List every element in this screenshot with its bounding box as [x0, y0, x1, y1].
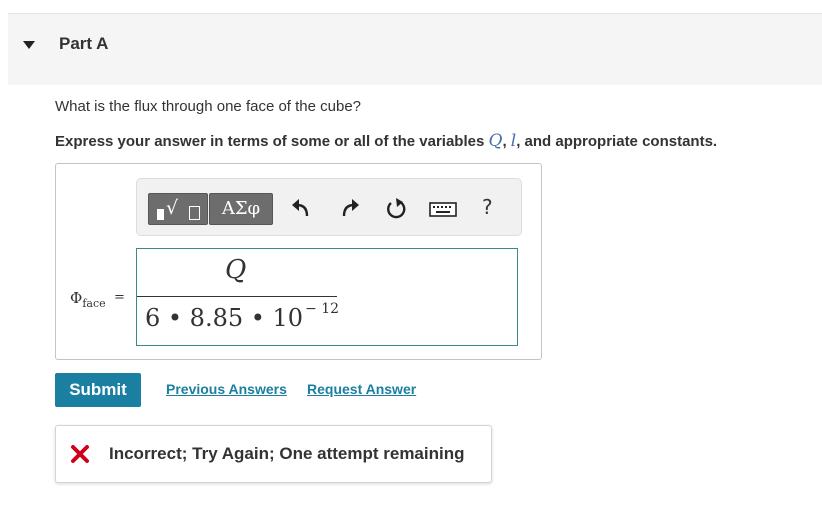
x-icon — [71, 445, 89, 463]
variable-q: Q — [488, 131, 503, 151]
page: Part A What is the flux through one face… — [0, 0, 822, 521]
phi-subscript: face — [82, 297, 106, 310]
request-answer-link[interactable]: Request Answer — [307, 381, 416, 397]
math-toolbar: √ ΑΣφ ? — [136, 178, 522, 236]
greek-symbols-button[interactable]: ΑΣφ — [209, 193, 273, 225]
answer-box: √ ΑΣφ ? Φface = Q 6 • 8.85 • 10 − 12 — [55, 163, 542, 360]
instruction-prefix: Express your answer in terms of some or … — [55, 133, 489, 150]
part-title: Part A — [59, 34, 109, 53]
answer-input[interactable]: Q 6 • 8.85 • 10− 12 — [136, 248, 518, 346]
redo-icon[interactable] — [337, 197, 363, 221]
templates-button[interactable]: √ — [148, 193, 208, 225]
fraction-numerator[interactable]: Q — [225, 255, 246, 285]
denominator-exponent: − 12 — [305, 301, 340, 317]
instruction-text: Express your answer in terms of some or … — [55, 131, 717, 151]
instruction-separator: , — [502, 133, 511, 150]
part-header[interactable]: Part A — [8, 13, 822, 85]
undo-icon[interactable] — [288, 197, 314, 221]
submit-button[interactable]: Submit — [55, 373, 141, 407]
template-box-icon — [189, 206, 200, 220]
help-button[interactable]: ? — [482, 195, 493, 219]
keyboard-icon[interactable] — [428, 197, 458, 221]
denominator-base: 6 • 8.85 • 10 — [145, 304, 304, 332]
feedback-text: Incorrect; Try Again; One attempt remain… — [109, 444, 465, 463]
fraction-line — [137, 296, 337, 297]
sqrt-icon: √ — [166, 197, 179, 219]
feedback-panel: Incorrect; Try Again; One attempt remain… — [55, 425, 492, 483]
fraction-denominator[interactable]: 6 • 8.85 • 10− 12 — [145, 301, 340, 332]
template-block-icon — [157, 209, 164, 220]
answer-variable-label: Φface — [70, 289, 106, 310]
instruction-suffix: , and appropriate constants. — [516, 133, 718, 150]
equals-sign: = — [114, 290, 125, 305]
question-text: What is the flux through one face of the… — [55, 98, 362, 115]
previous-answers-link[interactable]: Previous Answers — [166, 381, 287, 397]
phi-symbol: Φ — [70, 289, 83, 307]
collapse-caret-icon[interactable] — [23, 41, 35, 49]
reset-icon[interactable] — [383, 197, 409, 221]
